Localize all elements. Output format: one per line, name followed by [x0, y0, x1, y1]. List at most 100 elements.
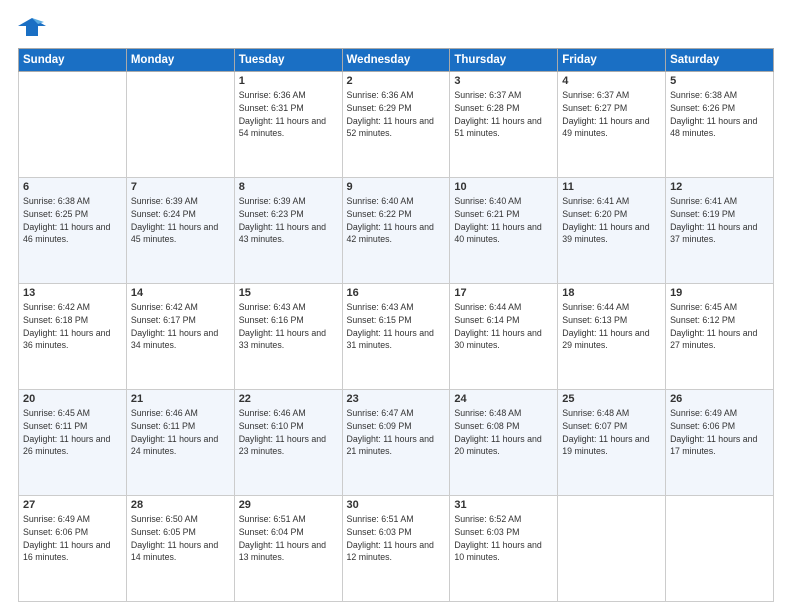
- day-number: 16: [347, 287, 446, 299]
- day-number: 28: [131, 499, 230, 511]
- day-detail: Sunrise: 6:36 AM Sunset: 6:31 PM Dayligh…: [239, 89, 338, 140]
- calendar-header-wednesday: Wednesday: [342, 49, 450, 72]
- day-detail: Sunrise: 6:50 AM Sunset: 6:05 PM Dayligh…: [131, 513, 230, 564]
- day-detail: Sunrise: 6:38 AM Sunset: 6:26 PM Dayligh…: [670, 89, 769, 140]
- day-detail: Sunrise: 6:48 AM Sunset: 6:08 PM Dayligh…: [454, 407, 553, 458]
- day-number: 26: [670, 393, 769, 405]
- calendar-header-row: SundayMondayTuesdayWednesdayThursdayFrid…: [19, 49, 774, 72]
- day-number: 18: [562, 287, 661, 299]
- day-number: 11: [562, 181, 661, 193]
- calendar-cell: 19 Sunrise: 6:45 AM Sunset: 6:12 PM Dayli…: [666, 284, 774, 390]
- day-number: 5: [670, 75, 769, 87]
- calendar-header-thursday: Thursday: [450, 49, 558, 72]
- calendar-cell: [666, 496, 774, 602]
- day-number: 12: [670, 181, 769, 193]
- calendar-cell: 14 Sunrise: 6:42 AM Sunset: 6:17 PM Dayli…: [126, 284, 234, 390]
- calendar-week-row: 6 Sunrise: 6:38 AM Sunset: 6:25 PM Daylig…: [19, 178, 774, 284]
- day-detail: Sunrise: 6:44 AM Sunset: 6:13 PM Dayligh…: [562, 301, 661, 352]
- day-number: 19: [670, 287, 769, 299]
- calendar-cell: 1 Sunrise: 6:36 AM Sunset: 6:31 PM Daylig…: [234, 72, 342, 178]
- calendar-cell: 8 Sunrise: 6:39 AM Sunset: 6:23 PM Daylig…: [234, 178, 342, 284]
- calendar-cell: 12 Sunrise: 6:41 AM Sunset: 6:19 PM Dayli…: [666, 178, 774, 284]
- logo-icon: [18, 16, 46, 38]
- calendar-cell: 9Sunrise: 6:40 AM Sunset: 6:22 PM Daylig…: [342, 178, 450, 284]
- calendar-cell: 3Sunrise: 6:37 AM Sunset: 6:28 PM Daylig…: [450, 72, 558, 178]
- day-number: 23: [347, 393, 446, 405]
- calendar-header-sunday: Sunday: [19, 49, 127, 72]
- day-detail: Sunrise: 6:45 AM Sunset: 6:11 PM Dayligh…: [23, 407, 122, 458]
- day-number: 30: [347, 499, 446, 511]
- day-number: 6: [23, 181, 122, 193]
- calendar-cell: 28 Sunrise: 6:50 AM Sunset: 6:05 PM Dayli…: [126, 496, 234, 602]
- calendar-cell: 20 Sunrise: 6:45 AM Sunset: 6:11 PM Dayli…: [19, 390, 127, 496]
- calendar-header-monday: Monday: [126, 49, 234, 72]
- calendar-cell: [19, 72, 127, 178]
- calendar-week-row: 1 Sunrise: 6:36 AM Sunset: 6:31 PM Daylig…: [19, 72, 774, 178]
- day-number: 22: [239, 393, 338, 405]
- calendar-cell: 31Sunrise: 6:52 AM Sunset: 6:03 PM Dayli…: [450, 496, 558, 602]
- day-number: 13: [23, 287, 122, 299]
- logo: [18, 16, 50, 38]
- calendar-cell: 22 Sunrise: 6:46 AM Sunset: 6:10 PM Dayli…: [234, 390, 342, 496]
- day-detail: Sunrise: 6:46 AM Sunset: 6:10 PM Dayligh…: [239, 407, 338, 458]
- calendar-cell: 29 Sunrise: 6:51 AM Sunset: 6:04 PM Dayli…: [234, 496, 342, 602]
- day-detail: Sunrise: 6:39 AM Sunset: 6:23 PM Dayligh…: [239, 195, 338, 246]
- calendar-cell: 18 Sunrise: 6:44 AM Sunset: 6:13 PM Dayli…: [558, 284, 666, 390]
- calendar-cell: 23 Sunrise: 6:47 AM Sunset: 6:09 PM Dayli…: [342, 390, 450, 496]
- day-detail: Sunrise: 6:43 AM Sunset: 6:16 PM Dayligh…: [239, 301, 338, 352]
- calendar-cell: 16 Sunrise: 6:43 AM Sunset: 6:15 PM Dayli…: [342, 284, 450, 390]
- day-detail: Sunrise: 6:40 AM Sunset: 6:22 PM Dayligh…: [347, 195, 446, 246]
- calendar-week-row: 27Sunrise: 6:49 AM Sunset: 6:06 PM Dayli…: [19, 496, 774, 602]
- calendar-cell: 10 Sunrise: 6:40 AM Sunset: 6:21 PM Dayli…: [450, 178, 558, 284]
- day-number: 7: [131, 181, 230, 193]
- day-number: 24: [454, 393, 553, 405]
- day-detail: Sunrise: 6:47 AM Sunset: 6:09 PM Dayligh…: [347, 407, 446, 458]
- day-detail: Sunrise: 6:37 AM Sunset: 6:27 PM Dayligh…: [562, 89, 661, 140]
- day-number: 10: [454, 181, 553, 193]
- day-detail: Sunrise: 6:38 AM Sunset: 6:25 PM Dayligh…: [23, 195, 122, 246]
- calendar-cell: 6 Sunrise: 6:38 AM Sunset: 6:25 PM Daylig…: [19, 178, 127, 284]
- calendar-week-row: 20 Sunrise: 6:45 AM Sunset: 6:11 PM Dayli…: [19, 390, 774, 496]
- calendar-cell: 27Sunrise: 6:49 AM Sunset: 6:06 PM Dayli…: [19, 496, 127, 602]
- day-detail: Sunrise: 6:43 AM Sunset: 6:15 PM Dayligh…: [347, 301, 446, 352]
- day-number: 1: [239, 75, 338, 87]
- day-detail: Sunrise: 6:45 AM Sunset: 6:12 PM Dayligh…: [670, 301, 769, 352]
- day-number: 2: [347, 75, 446, 87]
- day-number: 29: [239, 499, 338, 511]
- calendar-cell: 2Sunrise: 6:36 AM Sunset: 6:29 PM Daylig…: [342, 72, 450, 178]
- day-detail: Sunrise: 6:46 AM Sunset: 6:11 PM Dayligh…: [131, 407, 230, 458]
- day-number: 25: [562, 393, 661, 405]
- day-number: 21: [131, 393, 230, 405]
- day-detail: Sunrise: 6:48 AM Sunset: 6:07 PM Dayligh…: [562, 407, 661, 458]
- header: [18, 16, 774, 38]
- day-number: 14: [131, 287, 230, 299]
- day-detail: Sunrise: 6:40 AM Sunset: 6:21 PM Dayligh…: [454, 195, 553, 246]
- day-detail: Sunrise: 6:44 AM Sunset: 6:14 PM Dayligh…: [454, 301, 553, 352]
- day-detail: Sunrise: 6:42 AM Sunset: 6:17 PM Dayligh…: [131, 301, 230, 352]
- calendar-cell: 24 Sunrise: 6:48 AM Sunset: 6:08 PM Dayli…: [450, 390, 558, 496]
- day-number: 8: [239, 181, 338, 193]
- day-detail: Sunrise: 6:41 AM Sunset: 6:19 PM Dayligh…: [670, 195, 769, 246]
- day-detail: Sunrise: 6:52 AM Sunset: 6:03 PM Dayligh…: [454, 513, 553, 564]
- page: SundayMondayTuesdayWednesdayThursdayFrid…: [0, 0, 792, 612]
- calendar-cell: 4 Sunrise: 6:37 AM Sunset: 6:27 PM Daylig…: [558, 72, 666, 178]
- calendar-cell: 30 Sunrise: 6:51 AM Sunset: 6:03 PM Dayli…: [342, 496, 450, 602]
- calendar-cell: [558, 496, 666, 602]
- calendar-week-row: 13 Sunrise: 6:42 AM Sunset: 6:18 PM Dayli…: [19, 284, 774, 390]
- calendar-header-saturday: Saturday: [666, 49, 774, 72]
- calendar-cell: 13 Sunrise: 6:42 AM Sunset: 6:18 PM Dayli…: [19, 284, 127, 390]
- day-detail: Sunrise: 6:49 AM Sunset: 6:06 PM Dayligh…: [23, 513, 122, 564]
- day-detail: Sunrise: 6:41 AM Sunset: 6:20 PM Dayligh…: [562, 195, 661, 246]
- day-detail: Sunrise: 6:51 AM Sunset: 6:04 PM Dayligh…: [239, 513, 338, 564]
- calendar-cell: 21 Sunrise: 6:46 AM Sunset: 6:11 PM Dayli…: [126, 390, 234, 496]
- calendar-header-tuesday: Tuesday: [234, 49, 342, 72]
- day-detail: Sunrise: 6:42 AM Sunset: 6:18 PM Dayligh…: [23, 301, 122, 352]
- calendar-header-friday: Friday: [558, 49, 666, 72]
- calendar-cell: 17Sunrise: 6:44 AM Sunset: 6:14 PM Dayli…: [450, 284, 558, 390]
- day-detail: Sunrise: 6:51 AM Sunset: 6:03 PM Dayligh…: [347, 513, 446, 564]
- calendar-cell: 26Sunrise: 6:49 AM Sunset: 6:06 PM Dayli…: [666, 390, 774, 496]
- day-detail: Sunrise: 6:37 AM Sunset: 6:28 PM Dayligh…: [454, 89, 553, 140]
- calendar-cell: 25 Sunrise: 6:48 AM Sunset: 6:07 PM Dayli…: [558, 390, 666, 496]
- day-number: 4: [562, 75, 661, 87]
- day-number: 20: [23, 393, 122, 405]
